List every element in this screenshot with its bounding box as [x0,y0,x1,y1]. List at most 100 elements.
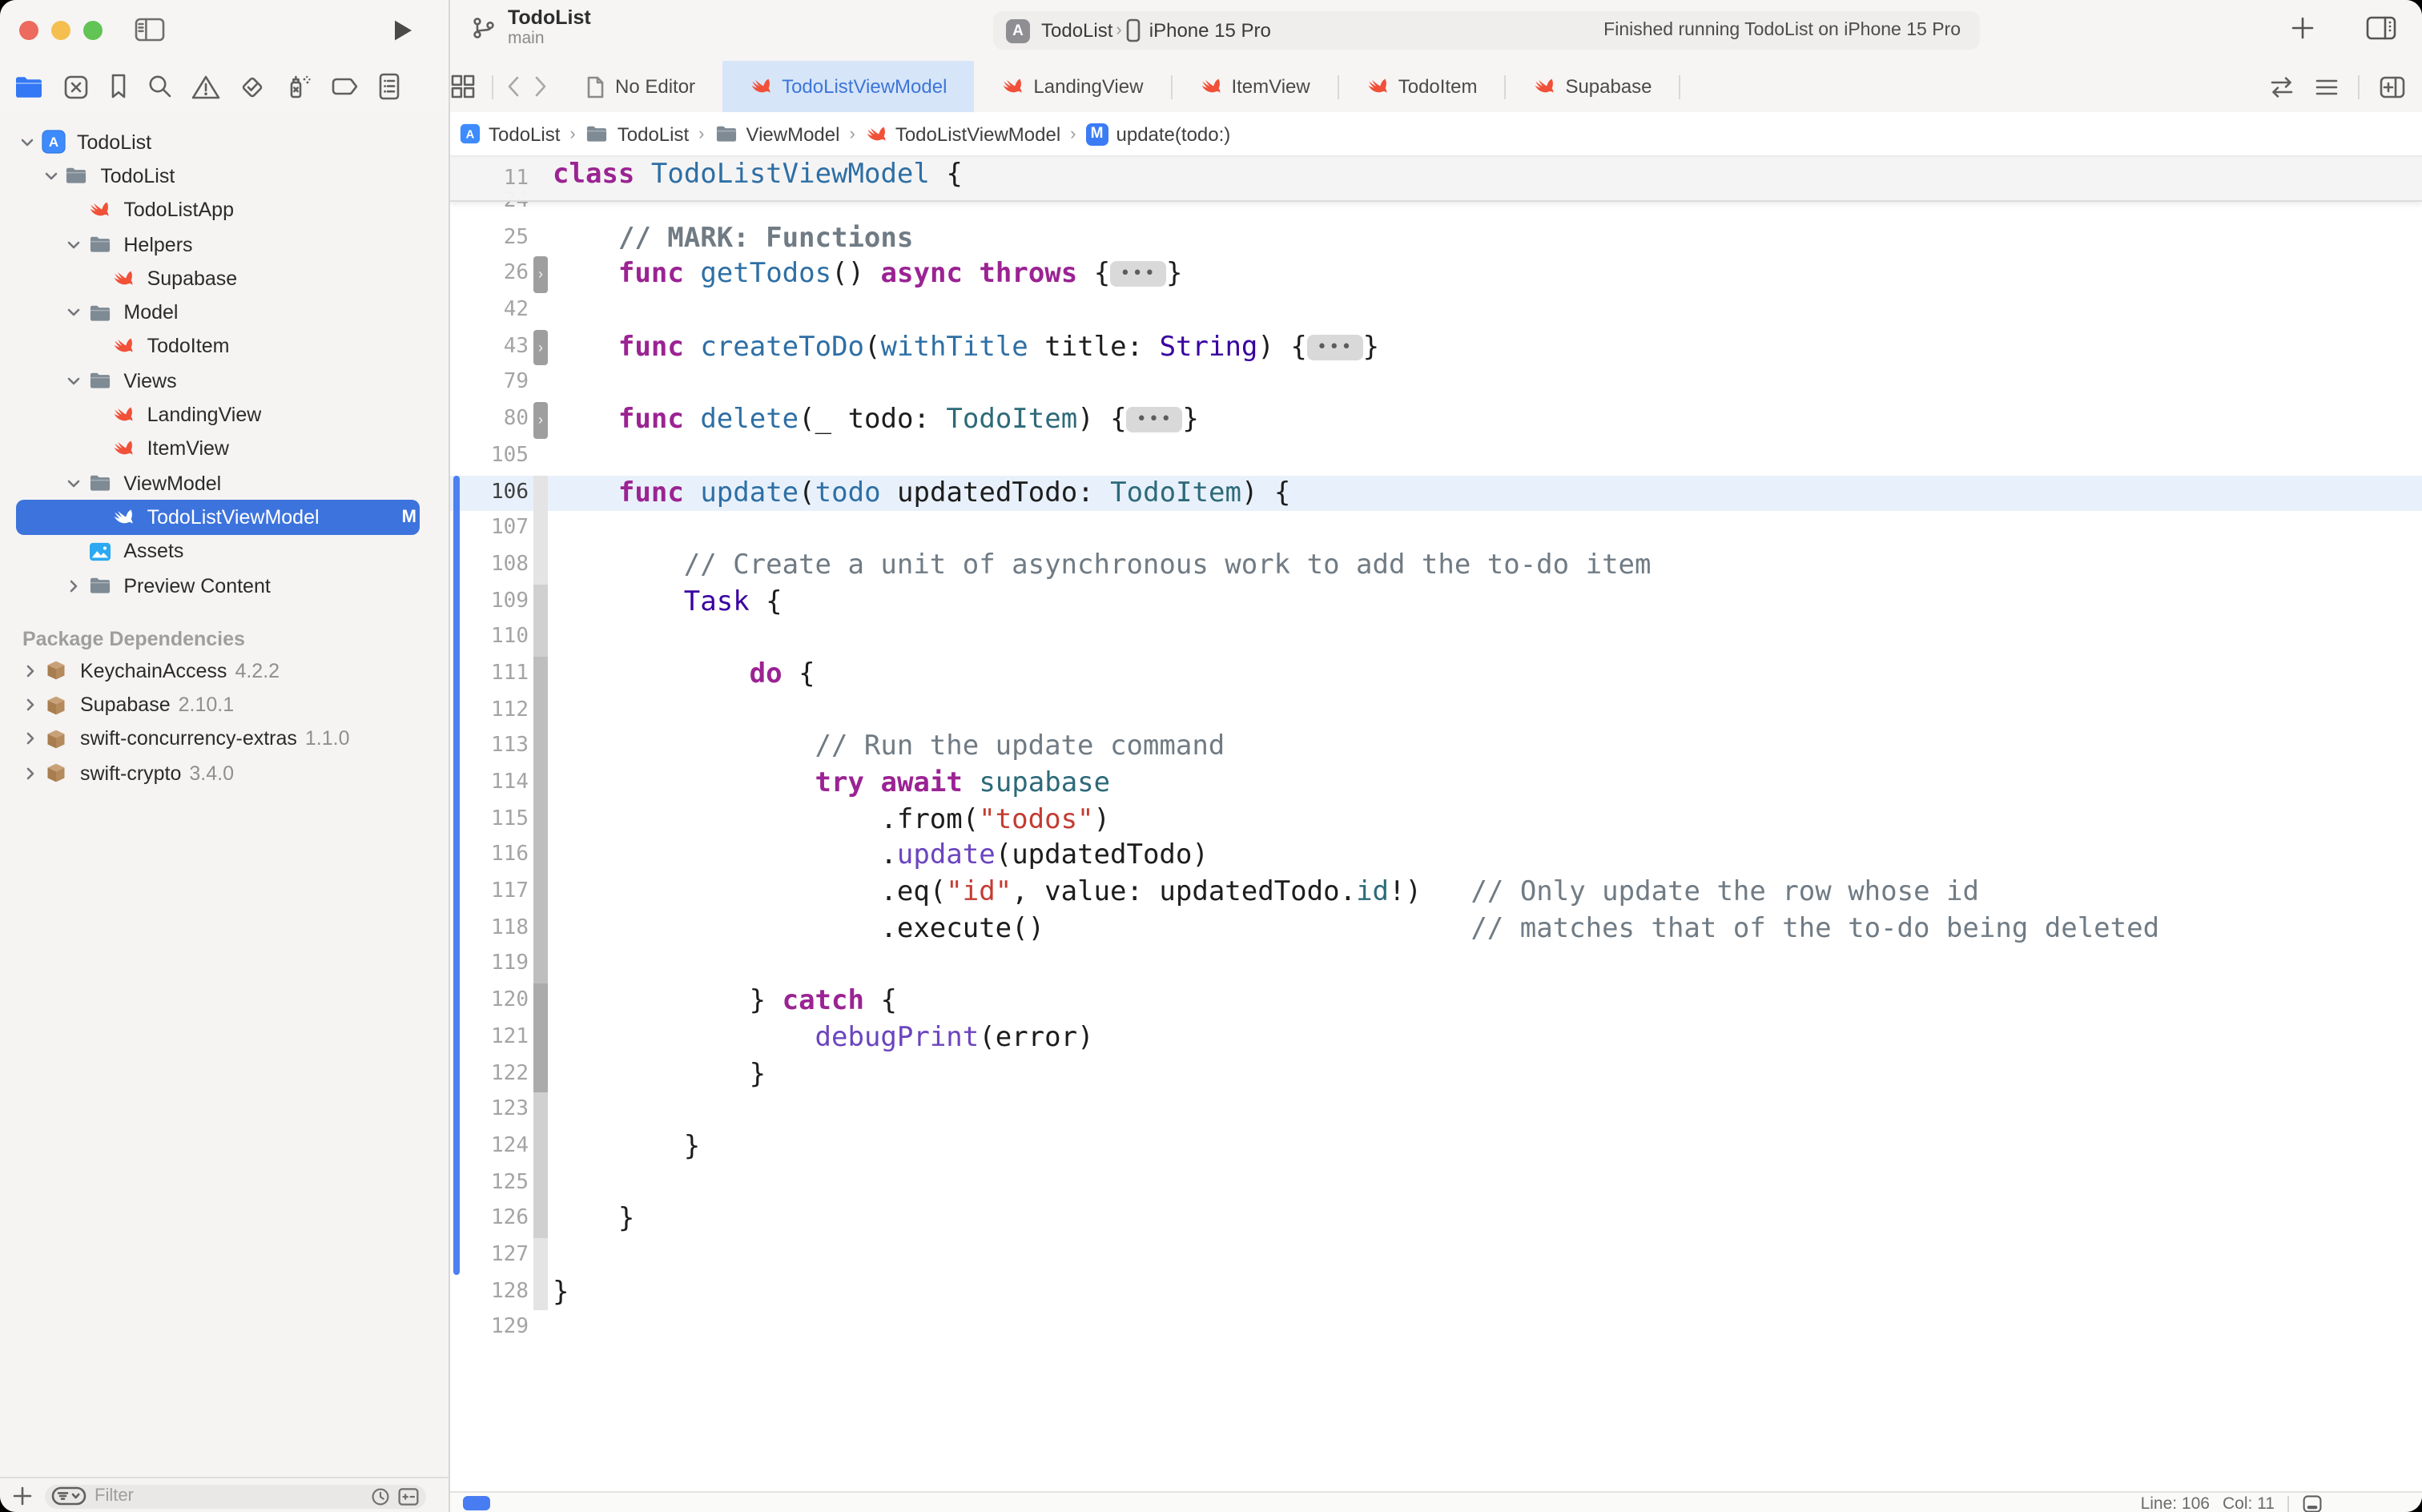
line-number[interactable]: 114 [450,766,529,802]
chevron-down-icon[interactable] [41,168,60,184]
line-number[interactable]: 109 [450,584,529,620]
related-items-icon[interactable] [450,74,476,99]
line-number[interactable]: 127 [450,1238,529,1274]
breadcrumb-item[interactable]: Mupdate(todo:) [1086,123,1231,145]
line-number[interactable]: 123 [450,1092,529,1128]
sidebar-item-supabase[interactable]: Supabase [16,261,420,296]
line-number[interactable]: 119 [450,947,529,983]
editor-options-icon[interactable] [2315,76,2339,97]
line-number[interactable]: 120 [450,983,529,1019]
line-number[interactable]: 124 [450,1129,529,1165]
line-number[interactable]: 117 [450,875,529,911]
chevron-right-icon[interactable] [21,663,40,679]
breakpoint-lozenge[interactable] [463,1496,490,1510]
tab-supabase[interactable]: Supabase [1506,61,1679,112]
fold-ribbon[interactable] [533,1165,548,1201]
bookmarks-icon[interactable] [107,72,130,101]
line-number[interactable]: 105 [450,439,529,475]
filter-field[interactable]: Filter [45,1484,426,1508]
fold-ribbon[interactable] [533,1129,548,1165]
chevron-down-icon[interactable] [18,134,37,150]
chevron-right-icon[interactable] [21,731,40,747]
code-text[interactable]: .eq("id", value: updatedTodo.id!) // Onl… [553,875,1979,911]
fold-ribbon[interactable] [533,621,548,657]
breadcrumb-item[interactable]: ATodoList [460,123,560,145]
sidebar-item-todolistviewmodel[interactable]: TodoListViewModelM [16,501,420,535]
zoom-window-button[interactable] [83,21,103,40]
add-file-button[interactable] [13,1486,32,1506]
code-text[interactable]: .update(updatedTodo) [553,838,1209,875]
fold-ribbon[interactable] [533,947,548,983]
line-number[interactable]: 26 [450,257,529,293]
chevron-right-icon[interactable] [21,697,40,713]
folded-code-ellipsis[interactable]: ••• [1307,335,1363,360]
line-number[interactable]: 122 [450,1056,529,1092]
code-text[interactable]: do { [553,657,815,693]
activity-status-text[interactable]: Finished running TodoList on iPhone 15 P… [1603,21,1980,40]
sidebar-item-views[interactable]: Views [16,364,420,398]
fold-ribbon[interactable] [533,911,548,947]
fold-ribbon[interactable] [533,657,548,693]
line-number[interactable]: 126 [450,1202,529,1238]
code-text[interactable]: func createToDo(withTitle title: String)… [553,330,1379,366]
go-forward-icon[interactable] [533,75,548,98]
scm-status-filter-icon[interactable] [397,1486,420,1506]
minimize-window-button[interactable] [51,21,70,40]
line-number[interactable]: 80 [450,402,529,438]
line-number[interactable]: 111 [450,657,529,693]
sidebar-item-keychainaccess[interactable]: KeychainAccess4.2.2 [16,653,420,688]
issues-icon[interactable] [191,73,221,100]
fold-ribbon[interactable] [533,983,548,1019]
fold-ribbon[interactable] [533,475,548,511]
line-number[interactable]: 112 [450,693,529,729]
tab-todoitem[interactable]: TodoItem [1339,61,1505,112]
fold-ribbon[interactable] [533,838,548,875]
sidebar-item-model[interactable]: Model [16,296,420,330]
sidebar-item-itemview[interactable]: ItemView [16,432,420,466]
code-text[interactable]: .from("todos") [553,802,1110,838]
code-text[interactable]: func update(todo updatedTodo: TodoItem) … [553,475,1290,511]
fold-ribbon[interactable] [533,1202,548,1238]
breadcrumb-item[interactable]: TodoListViewModel [865,123,1060,145]
tests-icon[interactable] [237,71,268,102]
code-text[interactable]: Task { [553,584,783,620]
sidebar-item-helpers[interactable]: Helpers [16,227,420,262]
code-text[interactable]: // MARK: Functions [553,220,913,256]
breadcrumb-item[interactable]: TodoList [585,123,689,145]
sidebar-item-todolist[interactable]: ATodoList [16,125,420,159]
sidebar-item-todolist[interactable]: TodoList [16,159,420,194]
project-navigator-icon[interactable] [13,73,45,100]
fold-ribbon[interactable] [533,1020,548,1056]
add-editor-icon[interactable] [2379,74,2406,99]
scheme-device[interactable]: iPhone 15 Pro [1149,19,1271,42]
toggle-left-sidebar-icon[interactable] [135,16,165,43]
line-number[interactable]: 125 [450,1165,529,1201]
folded-code-ellipsis[interactable]: ••• [1110,262,1166,288]
chevron-right-icon[interactable] [21,765,40,781]
sidebar-item-landingview[interactable]: LandingView [16,398,420,432]
fold-ribbon[interactable] [533,548,548,584]
sidebar-item-swift-concurrency-extras[interactable]: swift-concurrency-extras1.1.0 [16,722,420,757]
fold-ribbon[interactable] [533,1056,548,1092]
go-back-icon[interactable] [506,75,521,98]
code-fold-marker[interactable]: › [533,330,548,366]
run-button[interactable] [391,18,415,43]
line-number[interactable]: 11 [450,157,529,193]
library-plus-button[interactable] [2291,16,2315,40]
code-text[interactable]: } [553,1202,634,1238]
code-text[interactable]: .execute() // matches that of the to-do … [553,911,2159,947]
line-number[interactable]: 116 [450,838,529,875]
line-number[interactable]: 110 [450,621,529,657]
code-text[interactable]: } [553,1129,700,1165]
reports-icon[interactable] [376,72,402,101]
code-fold-marker[interactable]: › [533,402,548,438]
tab-itemview[interactable]: ItemView [1172,61,1337,112]
fold-ribbon[interactable] [533,730,548,766]
tab-todolistviewmodel[interactable]: TodoListViewModel [722,61,974,112]
line-number[interactable]: 25 [450,220,529,256]
code-text[interactable]: try await supabase [553,766,1110,802]
fold-ribbon[interactable] [533,693,548,729]
code-text[interactable]: debugPrint(error) [553,1020,1094,1056]
toggle-right-inspector-icon[interactable] [2366,14,2396,42]
fold-ribbon[interactable] [533,1092,548,1128]
